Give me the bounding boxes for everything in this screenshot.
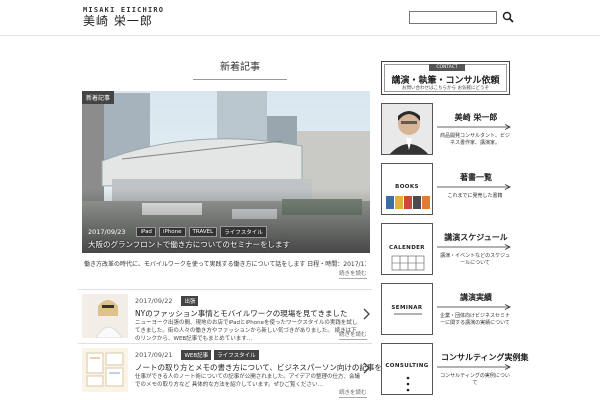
books-box: BOOKS (381, 163, 433, 215)
sidebar-item-desc: 企業・団体向けビジネスセミナーに関する講演の実績について (439, 313, 510, 326)
article-row[interactable]: 2017/09/22 出張 NYのファッション事情とモバイルワークの現場を見てき… (78, 289, 372, 342)
site-header: MISAKI EIICHIRO 美崎 栄一郎 (0, 0, 600, 36)
sidebar-item-title: 美崎 栄一郎 (454, 112, 498, 122)
chevron-right-icon[interactable] (363, 362, 370, 374)
article-date: 2017/09/21 (135, 351, 173, 359)
contact-banner[interactable]: CONTACT 講演・執筆・コンサル依頼 お問い合わせはこちらから お気軽にどう… (381, 61, 510, 95)
hero-meta: 2017/09/23 iPad iPhone TRAVEL ライフスタイル (88, 226, 267, 238)
sidebar-item-seminar[interactable]: SEMINAR 講演実績 企業・団体向けビジネスセミナーに関する講演の実績につい… (381, 283, 511, 335)
read-more-link[interactable]: 続きを読む (339, 330, 367, 340)
contact-label: CONTACT (429, 64, 465, 71)
calendar-icon (391, 255, 425, 271)
underline-icon (394, 313, 422, 315)
arrow-right-icon (437, 244, 511, 250)
read-more-link[interactable]: 続きを読む (339, 388, 367, 398)
article-tag[interactable]: ライフスタイル (214, 350, 259, 360)
avatar (382, 104, 432, 154)
sidebar-item-title: 講演スケジュール (444, 232, 508, 242)
sidebar-item-title: 講演実績 (460, 292, 492, 302)
search-input[interactable] (409, 11, 497, 24)
sidebar-item-desc: コンサルティングの実例について (440, 373, 510, 386)
seminar-box: SEMINAR (381, 283, 433, 335)
hero-title[interactable]: 大阪のグランフロントで働き方についてのセミナーをします (88, 239, 290, 250)
read-more-link[interactable]: 続きを読む (339, 269, 367, 279)
sidebar-item-books[interactable]: BOOKS 著書一覧 これまでに発売した書籍 (381, 163, 511, 215)
article-thumbnail (82, 348, 128, 392)
hero-tag[interactable]: iPhone (158, 227, 186, 237)
article-title[interactable]: NYのファッション事情とモバイルワークの現場を見てきました (135, 308, 347, 319)
dots-icon (406, 376, 410, 392)
hero-tag[interactable]: TRAVEL (188, 227, 218, 237)
sidebar-item-desc: 講演・イベントなどのスケジュールについて (440, 253, 510, 266)
article-meta: 2017/09/22 出張 (135, 296, 199, 306)
hero-badge: 新着記事 (82, 91, 115, 104)
logo-japanese: 美崎 栄一郎 (83, 14, 153, 28)
article-tag[interactable]: 出張 (181, 296, 199, 306)
article-thumbnail (82, 294, 128, 338)
sidebar-item-desc: これまでに発売した書籍 (447, 193, 503, 199)
arrow-right-icon (437, 304, 511, 310)
article-excerpt: 仕事ができる人のノート術についての記事が公開されました。アイデアの整理の仕方、会… (135, 374, 360, 388)
profile-photo (381, 103, 433, 155)
chevron-right-icon[interactable] (363, 308, 370, 320)
contact-subtext: お問い合わせはこちらから お気軽にどうぞ (402, 86, 489, 91)
sidebar-item-title: 著書一覧 (460, 172, 492, 182)
article-date: 2017/09/22 (135, 297, 173, 305)
site-logo[interactable]: MISAKI EIICHIRO 美崎 栄一郎 (83, 6, 164, 29)
hero-tag[interactable]: ライフスタイル (220, 226, 267, 238)
article-excerpt: ニューヨーク出張の間、現地のお店でiPadとiPhoneを使ったワークスタイルの… (135, 320, 358, 342)
sidebar-item-desc: 商品開発コンサルタント、ビジネス書作家、講演家。 (440, 133, 510, 146)
logo-english: MISAKI EIICHIRO (83, 6, 165, 14)
book-covers-icon (386, 196, 430, 209)
arrow-right-icon (437, 364, 511, 370)
hero-date: 2017/09/23 (88, 228, 126, 236)
arrow-right-icon (437, 124, 511, 130)
sidebar-item-profile[interactable]: 美崎 栄一郎 商品開発コンサルタント、ビジネス書作家、講演家。 (381, 103, 511, 155)
consulting-box: CONSULTING (381, 343, 433, 395)
article-meta: 2017/09/21 WEB記事 ライフスタイル (135, 350, 259, 360)
hero-excerpt: 働き方改革の時代に、モバイルワークを使って実践する働き方について話をします 日程… (84, 261, 366, 268)
hero-article[interactable]: 新着記事 2017/09/23 iPad iPhone TRAVEL ライフスタ… (82, 91, 370, 253)
section-title: 新着記事 (193, 58, 287, 80)
article-tag[interactable]: WEB記事 (181, 350, 212, 360)
sidebar-item-consulting[interactable]: CONSULTING コンサルティング実例集 コンサルティングの実例について (381, 343, 529, 395)
contact-frame: CONTACT 講演・執筆・コンサル依頼 お問い合わせはこちらから お気軽にどう… (384, 64, 507, 92)
arrow-right-icon (437, 184, 511, 190)
sidebar-item-calendar[interactable]: CALENDER 講演スケジュール 講演・イベントなどのスケジュールについて (381, 223, 511, 275)
hero-tag[interactable]: iPad (136, 227, 156, 237)
sidebar-item-title: コンサルティング実例集 (441, 352, 529, 362)
article-row[interactable]: 2017/09/21 WEB記事 ライフスタイル ノートの取り方とメモの書き方に… (78, 343, 427, 400)
calendar-box: CALENDER (381, 223, 433, 275)
search-icon[interactable] (501, 10, 515, 24)
